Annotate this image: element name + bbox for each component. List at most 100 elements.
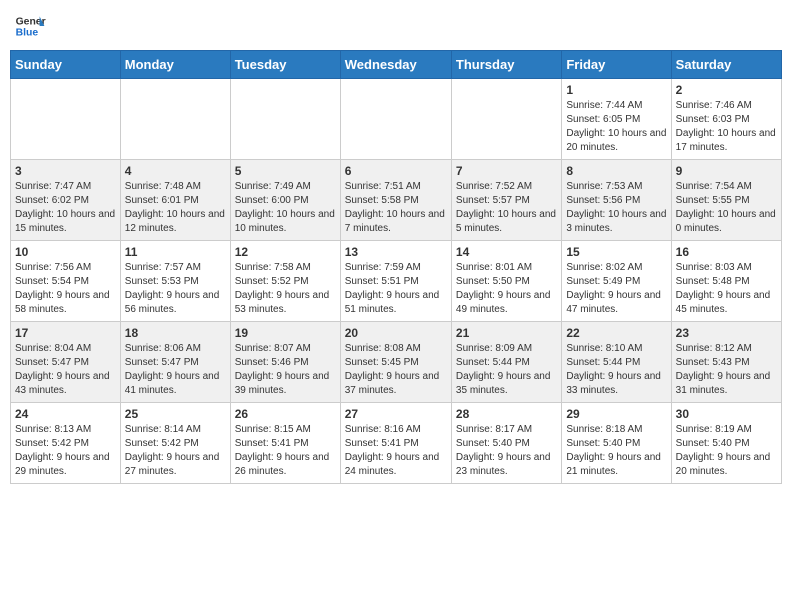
calendar-cell — [451, 79, 561, 160]
day-number: 13 — [345, 245, 447, 259]
calendar-cell: 25 Sunrise: 8:14 AM Sunset: 5:42 PM Dayli… — [120, 403, 230, 484]
cell-info: Sunrise: 8:19 AM Sunset: 5:40 PM Dayligh… — [676, 423, 777, 479]
calendar-cell: 29 Sunrise: 8:18 AM Sunset: 5:40 PM Dayli… — [562, 403, 671, 484]
day-header-friday: Friday — [562, 51, 671, 79]
calendar-cell — [230, 79, 340, 160]
day-number: 27 — [345, 407, 447, 421]
cell-info: Sunrise: 8:18 AM Sunset: 5:40 PM Dayligh… — [566, 423, 666, 479]
cell-info: Sunrise: 8:16 AM Sunset: 5:41 PM Dayligh… — [345, 423, 447, 479]
day-header-wednesday: Wednesday — [340, 51, 451, 79]
calendar-table: SundayMondayTuesdayWednesdayThursdayFrid… — [10, 50, 782, 484]
cell-info: Sunrise: 8:14 AM Sunset: 5:42 PM Dayligh… — [125, 423, 226, 479]
calendar-cell: 15 Sunrise: 8:02 AM Sunset: 5:49 PM Dayli… — [562, 241, 671, 322]
day-header-sunday: Sunday — [11, 51, 121, 79]
day-number: 7 — [456, 164, 557, 178]
calendar-cell: 20 Sunrise: 8:08 AM Sunset: 5:45 PM Dayli… — [340, 322, 451, 403]
day-number: 15 — [566, 245, 666, 259]
cell-info: Sunrise: 7:58 AM Sunset: 5:52 PM Dayligh… — [235, 261, 336, 317]
calendar-cell: 30 Sunrise: 8:19 AM Sunset: 5:40 PM Dayli… — [671, 403, 781, 484]
day-number: 24 — [15, 407, 116, 421]
cell-info: Sunrise: 7:57 AM Sunset: 5:53 PM Dayligh… — [125, 261, 226, 317]
calendar-cell: 7 Sunrise: 7:52 AM Sunset: 5:57 PM Daylig… — [451, 160, 561, 241]
day-number: 12 — [235, 245, 336, 259]
cell-info: Sunrise: 7:52 AM Sunset: 5:57 PM Dayligh… — [456, 180, 557, 236]
calendar-cell: 28Sunrise: 8:17 AM Sunset: 5:40 PM Dayli… — [451, 403, 561, 484]
cell-info: Sunrise: 7:59 AM Sunset: 5:51 PM Dayligh… — [345, 261, 447, 317]
cell-info: Sunrise: 7:49 AM Sunset: 6:00 PM Dayligh… — [235, 180, 336, 236]
calendar-week-row: 24 Sunrise: 8:13 AM Sunset: 5:42 PM Dayli… — [11, 403, 782, 484]
cell-info: Sunrise: 8:08 AM Sunset: 5:45 PM Dayligh… — [345, 342, 447, 398]
day-number: 17 — [15, 326, 116, 340]
calendar-cell: 11 Sunrise: 7:57 AM Sunset: 5:53 PM Dayli… — [120, 241, 230, 322]
day-number: 30 — [676, 407, 777, 421]
calendar-cell: 18 Sunrise: 8:06 AM Sunset: 5:47 PM Dayli… — [120, 322, 230, 403]
day-number: 23 — [676, 326, 777, 340]
calendar-cell: 19 Sunrise: 8:07 AM Sunset: 5:46 PM Dayli… — [230, 322, 340, 403]
day-number: 2 — [676, 83, 777, 97]
day-number: 14 — [456, 245, 557, 259]
calendar-cell: 26 Sunrise: 8:15 AM Sunset: 5:41 PM Dayli… — [230, 403, 340, 484]
calendar-cell: 24 Sunrise: 8:13 AM Sunset: 5:42 PM Dayli… — [11, 403, 121, 484]
calendar-cell — [120, 79, 230, 160]
cell-info: Sunrise: 8:02 AM Sunset: 5:49 PM Dayligh… — [566, 261, 666, 317]
cell-info: Sunrise: 7:44 AM Sunset: 6:05 PM Dayligh… — [566, 99, 666, 155]
cell-info: Sunrise: 8:17 AM Sunset: 5:40 PM Dayligh… — [456, 423, 557, 479]
calendar-week-row: 10Sunrise: 7:56 AM Sunset: 5:54 PM Dayli… — [11, 241, 782, 322]
day-number: 19 — [235, 326, 336, 340]
calendar-week-row: 17 Sunrise: 8:04 AM Sunset: 5:47 PM Dayli… — [11, 322, 782, 403]
calendar-week-row: 1 Sunrise: 7:44 AM Sunset: 6:05 PM Daylig… — [11, 79, 782, 160]
calendar-cell: 16 Sunrise: 8:03 AM Sunset: 5:48 PM Dayli… — [671, 241, 781, 322]
cell-info: Sunrise: 8:15 AM Sunset: 5:41 PM Dayligh… — [235, 423, 336, 479]
day-header-thursday: Thursday — [451, 51, 561, 79]
logo-icon: General Blue — [14, 10, 46, 42]
calendar-cell: 8Sunrise: 7:53 AM Sunset: 5:56 PM Daylig… — [562, 160, 671, 241]
day-header-saturday: Saturday — [671, 51, 781, 79]
cell-info: Sunrise: 7:47 AM Sunset: 6:02 PM Dayligh… — [15, 180, 116, 236]
calendar-cell: 13 Sunrise: 7:59 AM Sunset: 5:51 PM Dayli… — [340, 241, 451, 322]
day-number: 1 — [566, 83, 666, 97]
cell-info: Sunrise: 7:54 AM Sunset: 5:55 PM Dayligh… — [676, 180, 777, 236]
day-number: 29 — [566, 407, 666, 421]
day-number: 10 — [15, 245, 116, 259]
cell-info: Sunrise: 8:13 AM Sunset: 5:42 PM Dayligh… — [15, 423, 116, 479]
calendar-cell: 17 Sunrise: 8:04 AM Sunset: 5:47 PM Dayli… — [11, 322, 121, 403]
cell-info: Sunrise: 8:12 AM Sunset: 5:43 PM Dayligh… — [676, 342, 777, 398]
calendar-cell — [11, 79, 121, 160]
logo: General Blue — [14, 10, 46, 42]
calendar-cell: 14Sunrise: 8:01 AM Sunset: 5:50 PM Dayli… — [451, 241, 561, 322]
calendar-cell — [340, 79, 451, 160]
day-number: 16 — [676, 245, 777, 259]
cell-info: Sunrise: 8:04 AM Sunset: 5:47 PM Dayligh… — [15, 342, 116, 398]
day-number: 3 — [15, 164, 116, 178]
day-number: 22 — [566, 326, 666, 340]
day-number: 25 — [125, 407, 226, 421]
cell-info: Sunrise: 8:03 AM Sunset: 5:48 PM Dayligh… — [676, 261, 777, 317]
cell-info: Sunrise: 7:53 AM Sunset: 5:56 PM Dayligh… — [566, 180, 666, 236]
cell-info: Sunrise: 7:48 AM Sunset: 6:01 PM Dayligh… — [125, 180, 226, 236]
day-number: 26 — [235, 407, 336, 421]
day-number: 20 — [345, 326, 447, 340]
svg-text:Blue: Blue — [16, 28, 39, 39]
cell-info: Sunrise: 8:06 AM Sunset: 5:47 PM Dayligh… — [125, 342, 226, 398]
calendar-cell: 3 Sunrise: 7:47 AM Sunset: 6:02 PM Daylig… — [11, 160, 121, 241]
cell-info: Sunrise: 8:07 AM Sunset: 5:46 PM Dayligh… — [235, 342, 336, 398]
calendar-cell: 21 Sunrise: 8:09 AM Sunset: 5:44 PM Dayli… — [451, 322, 561, 403]
calendar-cell: 5Sunrise: 7:49 AM Sunset: 6:00 PM Daylig… — [230, 160, 340, 241]
day-header-monday: Monday — [120, 51, 230, 79]
day-number: 6 — [345, 164, 447, 178]
day-number: 21 — [456, 326, 557, 340]
calendar-cell: 6 Sunrise: 7:51 AM Sunset: 5:58 PM Daylig… — [340, 160, 451, 241]
calendar-cell: 9 Sunrise: 7:54 AM Sunset: 5:55 PM Daylig… — [671, 160, 781, 241]
page-header: General Blue — [10, 10, 782, 42]
cell-info: Sunrise: 8:09 AM Sunset: 5:44 PM Dayligh… — [456, 342, 557, 398]
cell-info: Sunrise: 7:46 AM Sunset: 6:03 PM Dayligh… — [676, 99, 777, 155]
day-number: 11 — [125, 245, 226, 259]
calendar-cell: 27 Sunrise: 8:16 AM Sunset: 5:41 PM Dayli… — [340, 403, 451, 484]
calendar-cell: 12 Sunrise: 7:58 AM Sunset: 5:52 PM Dayli… — [230, 241, 340, 322]
cell-info: Sunrise: 7:51 AM Sunset: 5:58 PM Dayligh… — [345, 180, 447, 236]
day-number: 9 — [676, 164, 777, 178]
calendar-cell: 23 Sunrise: 8:12 AM Sunset: 5:43 PM Dayli… — [671, 322, 781, 403]
day-number: 18 — [125, 326, 226, 340]
calendar-cell: 1 Sunrise: 7:44 AM Sunset: 6:05 PM Daylig… — [562, 79, 671, 160]
calendar-cell: 2 Sunrise: 7:46 AM Sunset: 6:03 PM Daylig… — [671, 79, 781, 160]
